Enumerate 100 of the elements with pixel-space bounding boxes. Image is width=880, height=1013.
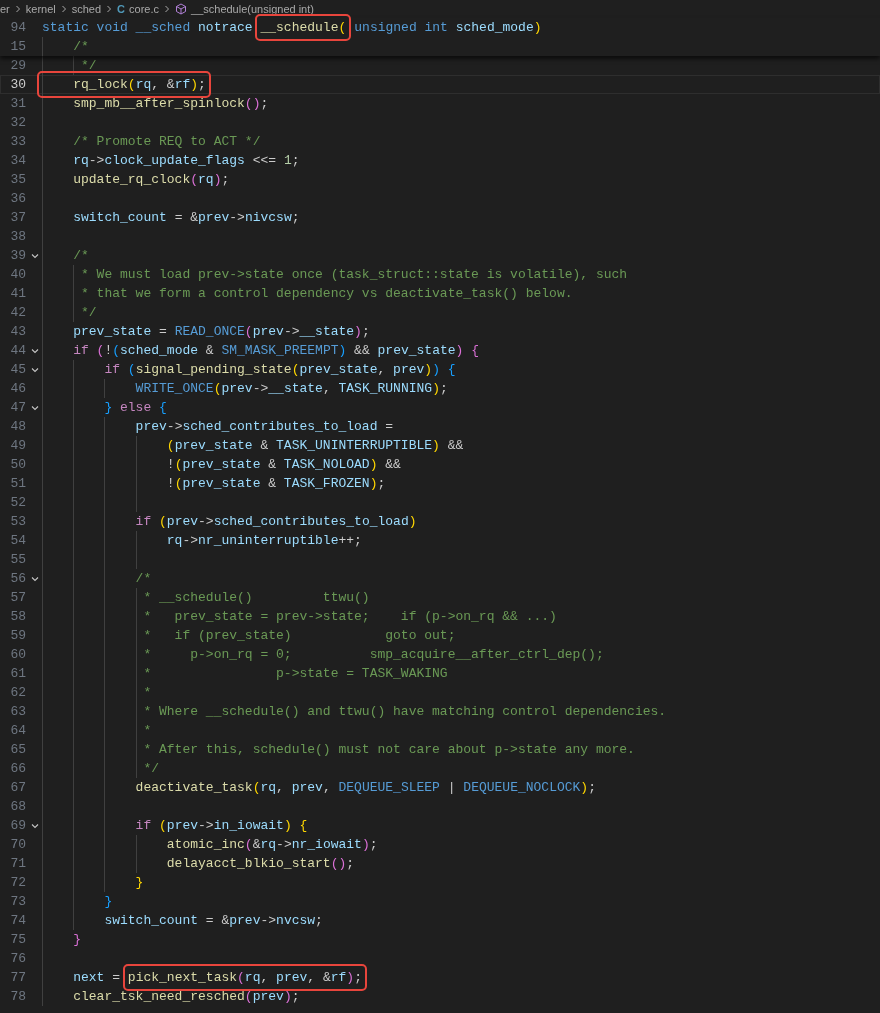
line-number: 40: [9, 265, 27, 284]
line-number: 94: [9, 18, 27, 37]
code-text: if (!(sched_mode & SM_MASK_PREEMPT) && prev_state) {: [72, 341, 479, 360]
code-text: /* Promote REQ to ACT */: [72, 132, 261, 151]
highlighted-code: pick_next_task(rq, prev, &rf);: [122, 963, 367, 992]
file-type-icon: C: [117, 0, 126, 18]
line-number: 77: [9, 968, 27, 987]
chevron-right-icon: [163, 5, 172, 13]
highlighted-code: rq_lock(rq, &rf);: [37, 70, 211, 99]
code-text: if (prev->in_iowait) {: [134, 816, 308, 835]
line-number: 59: [9, 626, 27, 645]
code-text: prev->sched_contributes_to_load =: [134, 417, 394, 436]
code-text: (prev_state & TASK_UNINTERRUPTIBLE) &&: [165, 436, 464, 455]
line-number: 49: [9, 436, 27, 455]
line-number: 67: [9, 778, 27, 797]
code-text: update_rq_clock(rq);: [72, 170, 230, 189]
line-number: 41: [9, 284, 27, 303]
line-number: 42: [9, 303, 27, 322]
code-text: /*: [72, 37, 89, 56]
code-text: deactivate_task(rq, prev, DEQUEUE_SLEEP | DEQUEUE_NOCLOCK);: [134, 778, 596, 797]
line-number: 76: [9, 949, 27, 968]
line-number: 61: [9, 664, 27, 683]
line-number: 33: [9, 132, 27, 151]
line-number: 44: [9, 341, 27, 360]
code-text: delayacct_blkio_start();: [165, 854, 355, 873]
line-number: 46: [9, 379, 27, 398]
line-number: 45: [9, 360, 27, 379]
line-number: 15: [9, 37, 27, 56]
line-number: 71: [9, 854, 27, 873]
code-text: prev_state = READ_ONCE(prev->__state);: [72, 322, 370, 341]
line-number: 34: [9, 151, 27, 170]
line-number: 75: [9, 930, 27, 949]
code-text: * prev_state = prev->state; if (p->on_rq && ...): [142, 607, 557, 626]
code-text: WRITE_ONCE(prev->__state, TASK_RUNNING);: [134, 379, 448, 398]
line-number: 74: [9, 911, 27, 930]
code-text: next =: [72, 968, 122, 987]
line-number: 63: [9, 702, 27, 721]
line-number: 60: [9, 645, 27, 664]
code-text: !(prev_state & TASK_FROZEN);: [165, 474, 386, 493]
code-text: * Where __schedule() and ttwu() have matching control dependencies.: [142, 702, 667, 721]
code-text: * p->on_rq = 0; smp_acquire__after_ctrl_dep();: [142, 645, 604, 664]
line-number: 39: [9, 246, 27, 265]
code-text: * if (prev_state) goto out;: [142, 626, 456, 645]
line-number: 57: [9, 588, 27, 607]
code-text: * that we form a control dependency vs deactivate_task() below.: [80, 284, 573, 303]
line-number: 35: [9, 170, 27, 189]
code-text: rq->nr_uninterruptible++;: [165, 531, 362, 550]
chevron-right-icon: [59, 5, 68, 13]
code-text: */: [80, 303, 97, 322]
line-number: 64: [9, 721, 27, 740]
code-text: }: [134, 873, 144, 892]
line-number: 78: [9, 987, 27, 1006]
line-number: 31: [9, 94, 27, 113]
line-number: 72: [9, 873, 27, 892]
line-number: 29: [9, 56, 27, 75]
line-number: 70: [9, 835, 27, 854]
line-number: 73: [9, 892, 27, 911]
code-text: * __schedule() ttwu(): [142, 588, 370, 607]
breadcrumb-item[interactable]: kernel: [25, 0, 56, 18]
highlighted-code: __schedule(: [255, 13, 352, 42]
chevron-right-icon: [13, 5, 22, 13]
line-number: 66: [9, 759, 27, 778]
cube-icon: [175, 3, 188, 15]
line-number: 48: [9, 417, 27, 436]
code-text: * p->state = TASK_WAKING: [142, 664, 448, 683]
line-number: 55: [9, 550, 27, 569]
line-number: 58: [9, 607, 27, 626]
code-text: } else {: [103, 398, 167, 417]
code-text: * After this, schedule() must not care about p->state any more.: [142, 740, 635, 759]
line-number: 47: [9, 398, 27, 417]
breadcrumb-item[interactable]: sched: [71, 0, 102, 18]
code-text: switch_count = &prev->nvcsw;: [103, 911, 323, 930]
code-text: *: [142, 683, 152, 702]
line-number: 53: [9, 512, 27, 531]
code-text: if (signal_pending_state(prev_state, prev)) {: [103, 360, 456, 379]
line-number: 68: [9, 797, 27, 816]
line-number: 62: [9, 683, 27, 702]
code-text: if (prev->sched_contributes_to_load): [134, 512, 417, 531]
code-text: }: [72, 930, 81, 949]
code-text: !(prev_state & TASK_NOLOAD) &&: [165, 455, 401, 474]
line-number: 51: [9, 474, 27, 493]
code-text: /*: [134, 569, 152, 588]
code-text: atomic_inc(&rq->nr_iowait);: [165, 835, 378, 854]
code-text: * We must load prev->state once (task_struct::state is volatile), such: [80, 265, 628, 284]
line-number: 50: [9, 455, 27, 474]
breadcrumb-item[interactable]: er: [0, 0, 10, 18]
line-number: 30: [9, 75, 27, 94]
code-text: /*: [72, 246, 89, 265]
line-number: 38: [9, 227, 27, 246]
line-number: 32: [9, 113, 27, 132]
code-text: *: [142, 721, 152, 740]
line-number: 37: [9, 208, 27, 227]
line-number: 43: [9, 322, 27, 341]
code-text: */: [142, 759, 160, 778]
code-text: unsigned int sched_mode): [354, 18, 542, 37]
chevron-right-icon: [105, 5, 114, 13]
line-number: 69: [9, 816, 27, 835]
line-number: 36: [9, 189, 27, 208]
line-number: 65: [9, 740, 27, 759]
breadcrumb-item[interactable]: core.c: [129, 0, 160, 18]
